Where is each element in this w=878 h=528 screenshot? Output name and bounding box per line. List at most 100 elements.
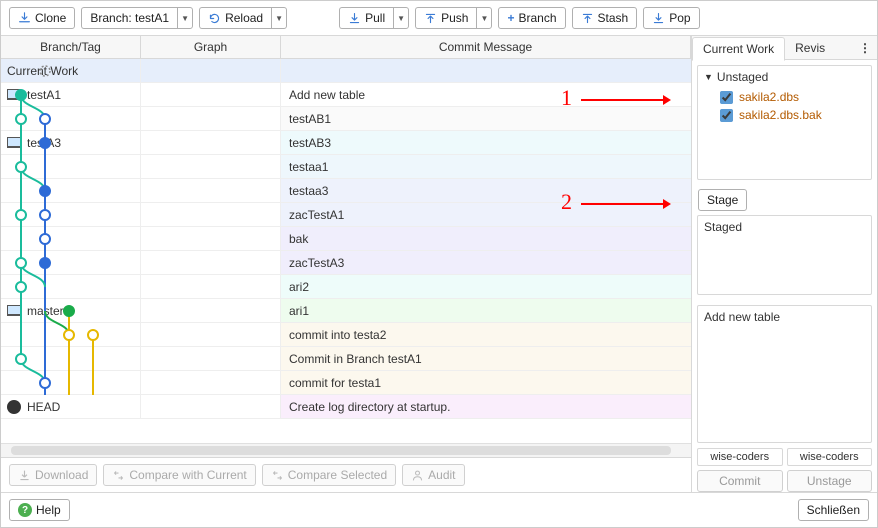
reload-button[interactable]: Reload ▼ — [199, 7, 287, 29]
file-checkbox[interactable] — [720, 109, 733, 122]
download-button: Download — [9, 464, 97, 486]
message-cell: testAB3 — [281, 131, 691, 155]
file-label: sakila2.dbs — [739, 90, 799, 104]
reload-icon — [208, 12, 221, 25]
commit-row[interactable]: bak — [1, 227, 691, 251]
chevron-down-icon[interactable]: ▼ — [271, 7, 287, 29]
branch-label: Current Work — [7, 64, 78, 78]
commit-message-input[interactable]: Add new table — [697, 305, 872, 443]
file-label: sakila2.dbs.bak — [739, 108, 822, 122]
message-cell: commit into testa2 — [281, 323, 691, 347]
right-panel: Current Work Revis ⋮ ▼ Unstaged sakila2.… — [692, 36, 877, 492]
branch-cell — [1, 155, 141, 179]
monitor-icon — [7, 89, 21, 100]
header-branch-tag[interactable]: Branch/Tag — [1, 36, 141, 58]
branch-cell: HEAD — [1, 395, 141, 419]
commit-row[interactable]: Commit in Branch testA1 — [1, 347, 691, 371]
commit-row[interactable]: commit for testa1 — [1, 371, 691, 395]
header-graph[interactable]: Graph — [141, 36, 281, 58]
help-button[interactable]: ? Help — [9, 499, 70, 521]
grid-body[interactable]: Current WorktestA1Add new tabletestAB1te… — [1, 59, 691, 443]
branch-cell: master — [1, 299, 141, 323]
branch-cell — [1, 251, 141, 275]
unstaged-file-row[interactable]: sakila2.dbs.bak — [698, 106, 871, 124]
commit-row[interactable]: testaa1 — [1, 155, 691, 179]
graph-cell — [141, 371, 281, 395]
branch-cell: Current Work — [1, 59, 141, 83]
compare-current-button: Compare with Current — [103, 464, 255, 486]
branch-cell: testA3 — [1, 131, 141, 155]
stash-button[interactable]: Stash — [572, 7, 638, 29]
message-cell: testAB1 — [281, 107, 691, 131]
commit-row[interactable]: master ari1 — [1, 299, 691, 323]
monitor-icon — [7, 305, 21, 316]
branch-cell — [1, 179, 141, 203]
right-tabs: Current Work Revis ⋮ — [692, 36, 877, 60]
branch-label: master — [27, 304, 64, 318]
message-cell: zacTestA3 — [281, 251, 691, 275]
collapse-icon: ▼ — [704, 72, 713, 82]
message-cell: testaa1 — [281, 155, 691, 179]
graph-cell — [141, 83, 281, 107]
branch-cell — [1, 107, 141, 131]
branch-cell: testA1 — [1, 83, 141, 107]
message-cell: ari1 — [281, 299, 691, 323]
graph-cell — [141, 203, 281, 227]
commit-row[interactable]: HEADCreate log directory at startup. — [1, 395, 691, 419]
download-icon — [18, 12, 31, 25]
header-commit-message[interactable]: Commit Message — [281, 36, 691, 58]
unstaged-section: ▼ Unstaged sakila2.dbs sakila2.dbs.bak — [697, 65, 872, 180]
branch-cell — [1, 227, 141, 251]
commit-row[interactable]: Current Work — [1, 59, 691, 83]
file-checkbox[interactable] — [720, 91, 733, 104]
commit-panel: Branch/Tag Graph Commit Message Current … — [1, 36, 692, 492]
graph-cell — [141, 323, 281, 347]
commit-row[interactable]: zacTestA3 — [1, 251, 691, 275]
graph-cell — [141, 59, 281, 83]
unstage-button: Unstage — [787, 470, 873, 492]
commit-row[interactable]: testaa3 — [1, 179, 691, 203]
message-cell — [281, 59, 691, 83]
commit-row[interactable]: zacTestA1 — [1, 203, 691, 227]
author-tag[interactable]: wise-coders — [787, 448, 873, 466]
commit-row[interactable]: testAB1 — [1, 107, 691, 131]
unstaged-header[interactable]: ▼ Unstaged — [698, 66, 871, 88]
stage-button[interactable]: Stage — [698, 189, 747, 211]
horizontal-scrollbar[interactable] — [1, 443, 691, 457]
close-button[interactable]: Schließen — [798, 499, 869, 521]
tab-current-work[interactable]: Current Work — [692, 37, 785, 61]
unstaged-file-row[interactable]: sakila2.dbs — [698, 88, 871, 106]
message-cell: Add new table — [281, 83, 691, 107]
chevron-down-icon[interactable]: ▼ — [476, 7, 492, 29]
graph-cell — [141, 179, 281, 203]
new-branch-button[interactable]: + Branch — [498, 7, 565, 29]
pop-button[interactable]: Pop — [643, 7, 699, 29]
branch-label: testA1 — [27, 88, 61, 102]
commit-button: Commit — [697, 470, 783, 492]
push-button[interactable]: Push ▼ — [415, 7, 492, 29]
clone-label: Clone — [35, 11, 66, 25]
pop-icon — [652, 12, 665, 25]
commit-row[interactable]: testA1 Add new table — [1, 83, 691, 107]
kebab-menu-icon[interactable]: ⋮ — [853, 41, 877, 55]
author-tag[interactable]: wise-coders — [697, 448, 783, 466]
graph-cell — [141, 155, 281, 179]
branch-selector[interactable]: Branch: testA1 ▼ — [81, 7, 193, 29]
commit-row[interactable]: ari2 — [1, 275, 691, 299]
graph-cell — [141, 299, 281, 323]
tab-revisions[interactable]: Revis — [785, 37, 835, 59]
pull-button[interactable]: Pull ▼ — [339, 7, 409, 29]
clone-button[interactable]: Clone — [9, 7, 75, 29]
message-cell: bak — [281, 227, 691, 251]
staged-section: Staged — [697, 215, 872, 295]
commit-row[interactable]: commit into testa2 — [1, 323, 691, 347]
branch-cell — [1, 347, 141, 371]
staged-header: Staged — [704, 220, 742, 234]
commit-row[interactable]: testA3 testAB3 — [1, 131, 691, 155]
graph-cell — [141, 275, 281, 299]
pull-icon — [348, 12, 361, 25]
chevron-down-icon[interactable]: ▼ — [393, 7, 409, 29]
chevron-down-icon[interactable]: ▼ — [177, 7, 193, 29]
compare-selected-button: Compare Selected — [262, 464, 396, 486]
left-actions-toolbar: Download Compare with Current Compare Se… — [1, 457, 691, 492]
